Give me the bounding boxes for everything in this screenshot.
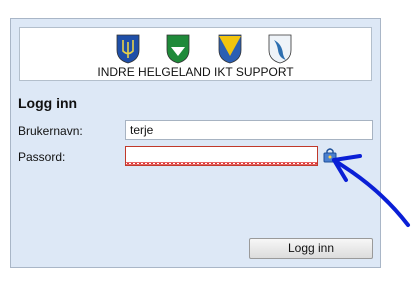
crest-2-icon <box>166 34 190 64</box>
crest-4-icon <box>268 34 292 64</box>
crest-1-icon <box>116 34 140 64</box>
login-panel: INDRE HELGELAND IKT SUPPORT Logg inn Bru… <box>10 18 381 268</box>
crest-row <box>116 34 296 64</box>
password-label: Passord: <box>18 150 66 164</box>
caps-lock-warning-icon <box>323 148 337 163</box>
org-banner: INDRE HELGELAND IKT SUPPORT <box>19 27 372 81</box>
org-name: INDRE HELGELAND IKT SUPPORT <box>97 65 294 79</box>
username-field[interactable] <box>125 120 373 140</box>
login-button[interactable]: Logg inn <box>249 238 373 259</box>
username-label: Brukernavn: <box>18 124 83 138</box>
crest-3-icon <box>218 34 242 64</box>
password-field[interactable] <box>125 146 318 166</box>
login-heading: Logg inn <box>18 95 78 111</box>
